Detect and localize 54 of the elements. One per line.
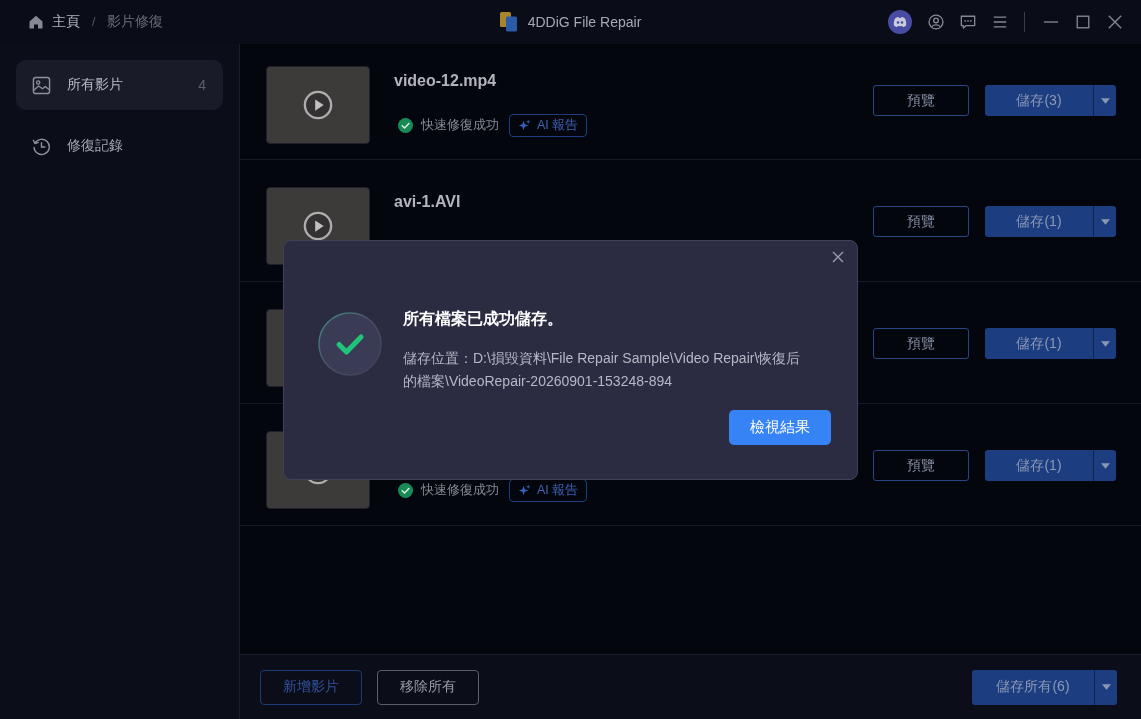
preview-button[interactable]: 預覽 bbox=[873, 206, 969, 237]
sidebar-item[interactable]: 修復記錄 bbox=[16, 121, 223, 171]
add-video-button[interactable]: 新增影片 bbox=[260, 669, 362, 705]
logo-icon bbox=[499, 12, 518, 32]
remove-all-button[interactable]: 移除所有 bbox=[377, 669, 479, 705]
save-options-button[interactable] bbox=[1093, 450, 1116, 481]
chat-icon[interactable] bbox=[960, 14, 976, 30]
caret-icon bbox=[1100, 340, 1110, 347]
success-check-icon bbox=[398, 118, 413, 133]
save-button[interactable]: 儲存(1) bbox=[985, 328, 1093, 359]
caret-icon bbox=[1101, 684, 1111, 690]
close-icon[interactable] bbox=[832, 251, 844, 263]
sidebar-item[interactable]: 所有影片 4 bbox=[16, 60, 223, 110]
caret-icon bbox=[1100, 462, 1110, 469]
save-options-button[interactable] bbox=[1093, 206, 1116, 237]
save-options-button[interactable] bbox=[1093, 328, 1116, 359]
discord-icon[interactable] bbox=[888, 10, 912, 34]
app-title: 4DDiG File Repair bbox=[527, 14, 642, 30]
success-check-icon bbox=[318, 312, 382, 376]
image-icon bbox=[32, 75, 51, 95]
status-text: 快速修復成功 bbox=[421, 117, 499, 134]
file-name: video-12.mp4 bbox=[394, 72, 498, 90]
maximize-icon[interactable] bbox=[1075, 14, 1091, 30]
dialog-title: 所有檔案已成功儲存。 bbox=[403, 309, 564, 329]
save-options-button[interactable] bbox=[1094, 669, 1117, 705]
preview-button[interactable]: 預覽 bbox=[873, 450, 969, 481]
ai-report-button[interactable]: AI 報告 bbox=[509, 114, 588, 137]
breadcrumb-link[interactable]: 主頁 bbox=[28, 13, 80, 31]
breadcrumb-separator: / bbox=[92, 15, 96, 29]
item-count: 4 bbox=[198, 77, 206, 93]
status-text: 快速修復成功 bbox=[421, 482, 499, 499]
save-all-button[interactable]: 儲存所有(6) bbox=[972, 669, 1094, 705]
history-icon bbox=[32, 136, 51, 156]
caret-icon bbox=[1100, 97, 1110, 104]
user-icon[interactable] bbox=[928, 14, 944, 30]
file-name: avi-1.AVI bbox=[394, 193, 462, 211]
play-icon[interactable] bbox=[303, 90, 333, 120]
success-check-icon bbox=[398, 483, 413, 498]
breadcrumb-link[interactable]: 影片修復 bbox=[107, 13, 164, 31]
sparkle-icon bbox=[518, 484, 531, 497]
caret-icon bbox=[1100, 218, 1110, 225]
save-button[interactable]: 儲存(3) bbox=[985, 85, 1093, 116]
view-results-button[interactable]: 檢視結果 bbox=[729, 410, 831, 445]
play-icon[interactable] bbox=[303, 211, 333, 241]
close-icon[interactable] bbox=[1107, 14, 1123, 30]
save-button[interactable]: 儲存(1) bbox=[985, 206, 1093, 237]
save-options-button[interactable] bbox=[1093, 85, 1116, 116]
save-location-text: 儲存位置：D:\損毀資料\File Repair Sample\Video Repair\恢復后的檔案\VideoRepair-20260901-153248-894 bbox=[403, 349, 802, 391]
save-button[interactable]: 儲存(1) bbox=[985, 450, 1093, 481]
preview-button[interactable]: 預覽 bbox=[873, 85, 969, 116]
menu-icon[interactable] bbox=[992, 14, 1008, 30]
sparkle-icon bbox=[518, 119, 531, 132]
home-icon bbox=[28, 14, 44, 30]
preview-button[interactable]: 預覽 bbox=[873, 328, 969, 359]
